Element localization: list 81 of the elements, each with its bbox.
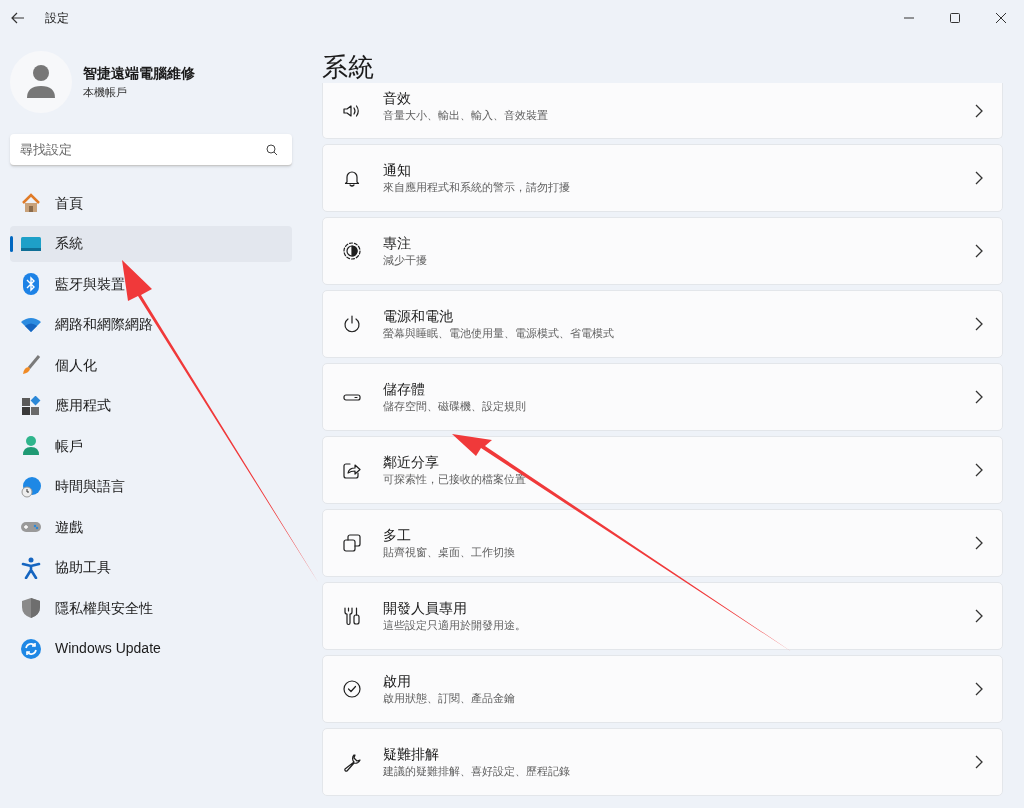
setting-title: 音效 [383, 88, 412, 107]
sidebar-item[interactable]: 協助工具 [10, 549, 292, 586]
setting-description: 貼齊視窗、桌面、工作切換 [383, 545, 515, 560]
sidebar-item[interactable]: 首頁 [10, 185, 292, 221]
settings-card[interactable]: 音效 音量大小、輸出、輸入、音效裝置 [322, 83, 1003, 139]
setting-title: 電源和電池 [383, 307, 454, 325]
settings-card[interactable]: 專注 減少干擾 [322, 217, 1003, 285]
page-title: 系統 [322, 51, 374, 83]
search-field[interactable]: 尋找設定 [10, 134, 292, 166]
selection-indicator [10, 235, 13, 252]
bell-icon [342, 168, 362, 188]
setting-title: 儲存體 [383, 380, 426, 398]
sidebar-item[interactable]: 遊戲 [10, 509, 292, 545]
settings-card[interactable]: 啟用 啟用狀態、訂閱、產品金鑰 [322, 655, 1003, 723]
sidebar-item[interactable]: 隱私權與安全性 [10, 590, 292, 626]
wrench-icon [342, 752, 362, 772]
sidebar-item[interactable]: 帳戶 [10, 428, 292, 464]
setting-title: 開發人員專用 [383, 599, 468, 617]
settings-card[interactable]: 通知 來自應用程式和系統的警示，請勿打擾 [322, 144, 1003, 212]
setting-description: 建議的疑難排解、喜好設定、歷程記錄 [383, 764, 570, 779]
sidebar-item[interactable]: 時間與語言 [10, 468, 292, 505]
sidebar-item[interactable]: Windows Update [10, 630, 292, 667]
setting-description: 啟用狀態、訂閱、產品金鑰 [383, 691, 515, 706]
chevron-right-icon [975, 171, 983, 185]
monitor-icon [20, 235, 42, 252]
settings-card[interactable]: 疑難排解 建議的疑難排解、喜好設定、歷程記錄 [322, 728, 1003, 796]
setting-description: 減少干擾 [383, 253, 427, 268]
setting-title: 鄰近分享 [383, 453, 440, 471]
setting-description: 這些設定只適用於開發用途。 [383, 618, 526, 633]
chevron-right-icon [975, 755, 983, 769]
wifi-icon [20, 316, 42, 333]
shield-icon [20, 597, 42, 619]
chevron-right-icon [975, 244, 983, 258]
sidebar-item[interactable]: 應用程式 [10, 387, 292, 424]
chevron-right-icon [975, 609, 983, 623]
sidebar-item[interactable]: 系統 [10, 225, 292, 262]
setting-title: 啟用 [383, 672, 412, 690]
back-arrow-icon[interactable] [11, 11, 25, 24]
accessibility-icon [20, 556, 42, 579]
maximize-icon[interactable] [950, 12, 960, 23]
house-icon [20, 193, 42, 213]
setting-description: 儲存空間、磁碟機、設定規則 [383, 399, 526, 414]
setting-title: 專注 [383, 234, 412, 252]
sidebar-item[interactable]: 藍牙與裝置 [10, 266, 292, 302]
paintbrush-icon [20, 355, 42, 375]
chevron-right-icon [975, 463, 983, 477]
sync-icon [20, 637, 42, 660]
globe-clock-icon [20, 475, 42, 498]
settings-card[interactable]: 多工 貼齊視窗、桌面、工作切換 [322, 509, 1003, 577]
setting-description: 螢幕與睡眠、電池使用量、電源模式、省電模式 [383, 326, 614, 341]
settings-card[interactable]: 開發人員專用 這些設定只適用於開發用途。 [322, 582, 1003, 650]
setting-description: 音量大小、輸出、輸入、音效裝置 [383, 107, 548, 123]
settings-card[interactable]: 電源和電池 螢幕與睡眠、電池使用量、電源模式、省電模式 [322, 290, 1003, 358]
setting-title: 多工 [383, 526, 412, 544]
bluetooth-icon [20, 273, 42, 295]
chevron-right-icon [975, 682, 983, 696]
windows-stack-icon [342, 533, 362, 553]
setting-description: 來自應用程式和系統的警示，請勿打擾 [383, 180, 570, 195]
settings-card[interactable]: 儲存體 儲存空間、磁碟機、設定規則 [322, 363, 1003, 431]
share-icon [342, 460, 362, 480]
chevron-right-icon [975, 390, 983, 404]
chevron-right-icon [975, 103, 983, 118]
account-type: 本機帳戶 [83, 85, 128, 101]
gamepad-icon [20, 519, 42, 535]
setting-title: 疑難排解 [383, 745, 440, 763]
window-title: 設定 [45, 9, 69, 27]
account-name: 智捷遠端電腦維修 [83, 64, 195, 84]
close-icon[interactable] [996, 12, 1006, 23]
focus-icon [342, 241, 362, 261]
sidebar-item[interactable]: 網路和網際網路 [10, 306, 292, 343]
check-circle-icon [342, 679, 362, 699]
search-icon [266, 144, 278, 156]
chevron-right-icon [975, 317, 983, 331]
setting-title: 通知 [383, 161, 412, 179]
minimize-icon[interactable] [904, 16, 914, 19]
chevron-right-icon [975, 536, 983, 550]
power-icon [342, 314, 362, 334]
apps-icon [20, 395, 42, 416]
sidebar-item[interactable]: 個人化 [10, 347, 292, 383]
person-icon [20, 436, 42, 456]
tools-icon [342, 606, 362, 626]
